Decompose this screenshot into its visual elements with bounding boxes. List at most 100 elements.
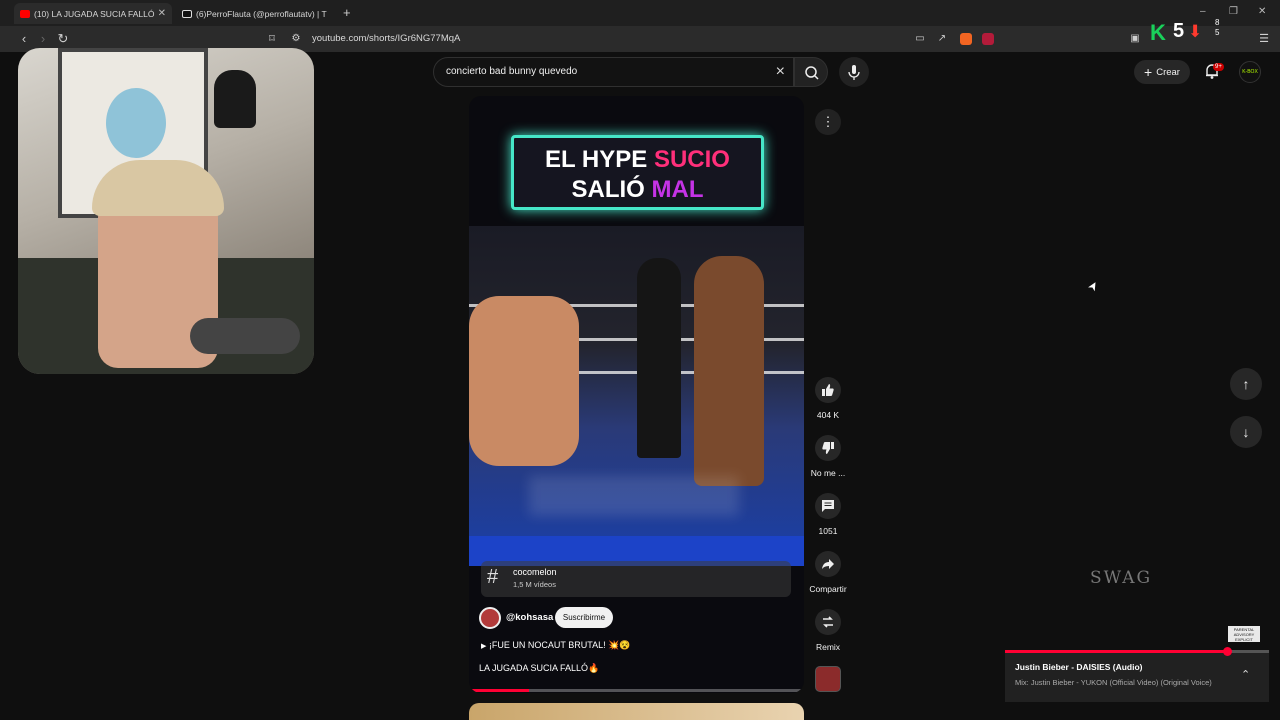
dislike-button[interactable] (815, 435, 841, 461)
hashtag-chip[interactable]: # cocomelon 1,5 M vídeos (481, 561, 791, 597)
like-button[interactable] (815, 377, 841, 403)
brave-shield-icon[interactable] (960, 33, 972, 45)
remix-button[interactable] (815, 609, 841, 635)
audio-track[interactable]: ▶ ¡FUE UN NOCAUT BRUTAL! 💥😵 (481, 640, 631, 651)
music-subtitle: Mix: Justin Bieber - YUKON (Official Vid… (1015, 678, 1212, 687)
stream-count-top: 8 (1215, 18, 1220, 27)
titlecard-accent: SUCIO (653, 146, 730, 173)
tab-close-icon[interactable]: ✕ (158, 8, 166, 19)
stream-counter: 5 (1173, 20, 1185, 42)
account-avatar[interactable]: K-BOX (1239, 61, 1261, 83)
poster-cartoon (106, 88, 166, 158)
short-video-player[interactable]: EL HYPE SUCIO SALIÓ MAL # cocomelon 1,5 … (469, 96, 804, 693)
back-icon[interactable]: ‹ (16, 31, 32, 47)
youtube-favicon-icon (20, 9, 30, 18)
blurred-overlay (529, 476, 739, 516)
channel-name[interactable]: @kohsasa (506, 612, 553, 623)
rewards-icon[interactable] (982, 33, 994, 45)
music-mini-player[interactable]: Justin Bieber - DAISIES (Audio) Mix: Jus… (1005, 647, 1269, 702)
music-title: Justin Bieber - DAISIES (Audio) (1015, 662, 1143, 672)
stream-mini-counts: 8 5 (1215, 18, 1219, 38)
tiktok-favicon-icon (182, 9, 192, 18)
parental-advisory-label: PARENTAL ADVISORY EXPLICIT CONTENT (1228, 626, 1260, 647)
search-query: concierto bad bunny quevedo (446, 66, 578, 77)
chevron-up-icon[interactable]: ⌃ (1241, 668, 1250, 681)
tab-youtube[interactable]: (10) LA JUGADA SUCIA FALLÓ ✕ (14, 3, 172, 24)
video-caption: LA JUGADA SUCIA FALLÓ🔥 (479, 663, 600, 673)
stream-count-bottom: 5 (1215, 28, 1220, 37)
microphone (190, 318, 300, 354)
cap (214, 70, 256, 128)
comments-button[interactable] (815, 493, 841, 519)
sidebar-icon[interactable]: ▣ (1127, 31, 1143, 47)
share-arrow-icon (822, 559, 834, 569)
hair (92, 160, 224, 216)
voice-search-button[interactable] (839, 57, 869, 87)
fighter-right (694, 256, 764, 486)
share-icon[interactable]: ↗ (934, 31, 950, 47)
remix-icon (823, 616, 833, 628)
tab-title: (6)PerroFlauta (@perroflautatv) | T (196, 8, 327, 19)
referee (637, 258, 681, 458)
titlecard-text: SALIÓ (571, 176, 652, 203)
video-progress-fill (469, 689, 530, 692)
next-short-preview[interactable] (469, 703, 804, 720)
titlecard-text: EL HYPE (545, 146, 654, 173)
video-progress-bar[interactable] (469, 689, 804, 692)
tab-title: (10) LA JUGADA SUCIA FALLÓ (34, 8, 155, 19)
comments-count: 1051 (818, 526, 838, 536)
sound-thumbnail[interactable] (815, 666, 841, 692)
share-label: Compartir (809, 584, 847, 594)
next-short-arrow-down-icon[interactable]: ↓ (1230, 416, 1262, 448)
create-button[interactable]: + Crear (1134, 60, 1190, 84)
more-options-icon[interactable]: ⋮ (815, 109, 841, 135)
clear-search-icon[interactable]: × (776, 63, 785, 81)
subscribe-button[interactable]: Suscribirme (555, 607, 613, 628)
streamer-webcam (18, 48, 314, 374)
share-button[interactable] (815, 551, 841, 577)
music-progress-bar[interactable] (1005, 647, 1269, 656)
hashtag-name: cocomelon (513, 567, 557, 577)
thumbs-up-icon (822, 384, 834, 396)
album-art-text: SWAG (1090, 568, 1153, 588)
maximize-icon[interactable]: ❐ (1229, 6, 1238, 17)
remix-label: Remix (815, 642, 841, 652)
fighter-left (469, 296, 579, 466)
audio-text: ¡FUE UN NOCAUT BRUTAL! 💥😵 (488, 640, 631, 650)
stream-k-logo: K (1150, 20, 1166, 45)
previous-short-arrow-up-icon[interactable]: ↑ (1230, 368, 1262, 400)
search-input[interactable]: concierto bad bunny quevedo × (433, 57, 794, 87)
music-scrubber-handle[interactable] (1222, 647, 1232, 656)
like-count: 404 K (816, 410, 840, 420)
hashtag-icon: # (487, 566, 499, 588)
mouse-cursor-icon: ➤ (1084, 278, 1102, 294)
channel-avatar[interactable] (479, 607, 501, 629)
titlecard-accent: MAL (651, 176, 704, 203)
site-info-icon[interactable]: ⚙ (288, 31, 304, 47)
boxing-ring-scene (469, 226, 804, 563)
cast-icon[interactable]: ▭ (912, 31, 928, 47)
thumbs-down-icon (822, 442, 834, 454)
video-title-card: EL HYPE SUCIO SALIÓ MAL (511, 135, 764, 210)
menu-icon[interactable]: ☰ (1256, 31, 1272, 47)
browser-tab-strip: (10) LA JUGADA SUCIA FALLÓ ✕ (6)PerroFla… (0, 0, 1280, 26)
dislike-label: No me ... (810, 468, 846, 478)
minimize-icon[interactable]: – (1200, 6, 1206, 17)
music-progress-fill (1005, 650, 1227, 653)
close-window-icon[interactable]: ✕ (1258, 6, 1266, 17)
notifications-badge: 9+ (1213, 63, 1224, 71)
plus-icon: + (1144, 64, 1153, 80)
hashtag-count: 1,5 M vídeos (513, 580, 556, 589)
create-label: Crear (1156, 66, 1180, 78)
microphone-icon (848, 65, 860, 80)
forward-icon[interactable]: › (35, 31, 51, 47)
down-arrow-icon: ⬇ (1188, 22, 1203, 41)
play-icon: ▶ (481, 643, 487, 650)
bookmark-icon[interactable]: ⌑ (264, 31, 280, 47)
search-icon (805, 66, 819, 80)
address-bar[interactable]: youtube.com/shorts/IGr6NG77MqA (312, 33, 460, 44)
search-button[interactable] (794, 57, 828, 87)
tab-tiktok[interactable]: (6)PerroFlauta (@perroflautatv) | T (176, 3, 334, 24)
new-tab-button[interactable]: + (343, 5, 351, 20)
reload-icon[interactable]: ↻ (55, 31, 71, 47)
